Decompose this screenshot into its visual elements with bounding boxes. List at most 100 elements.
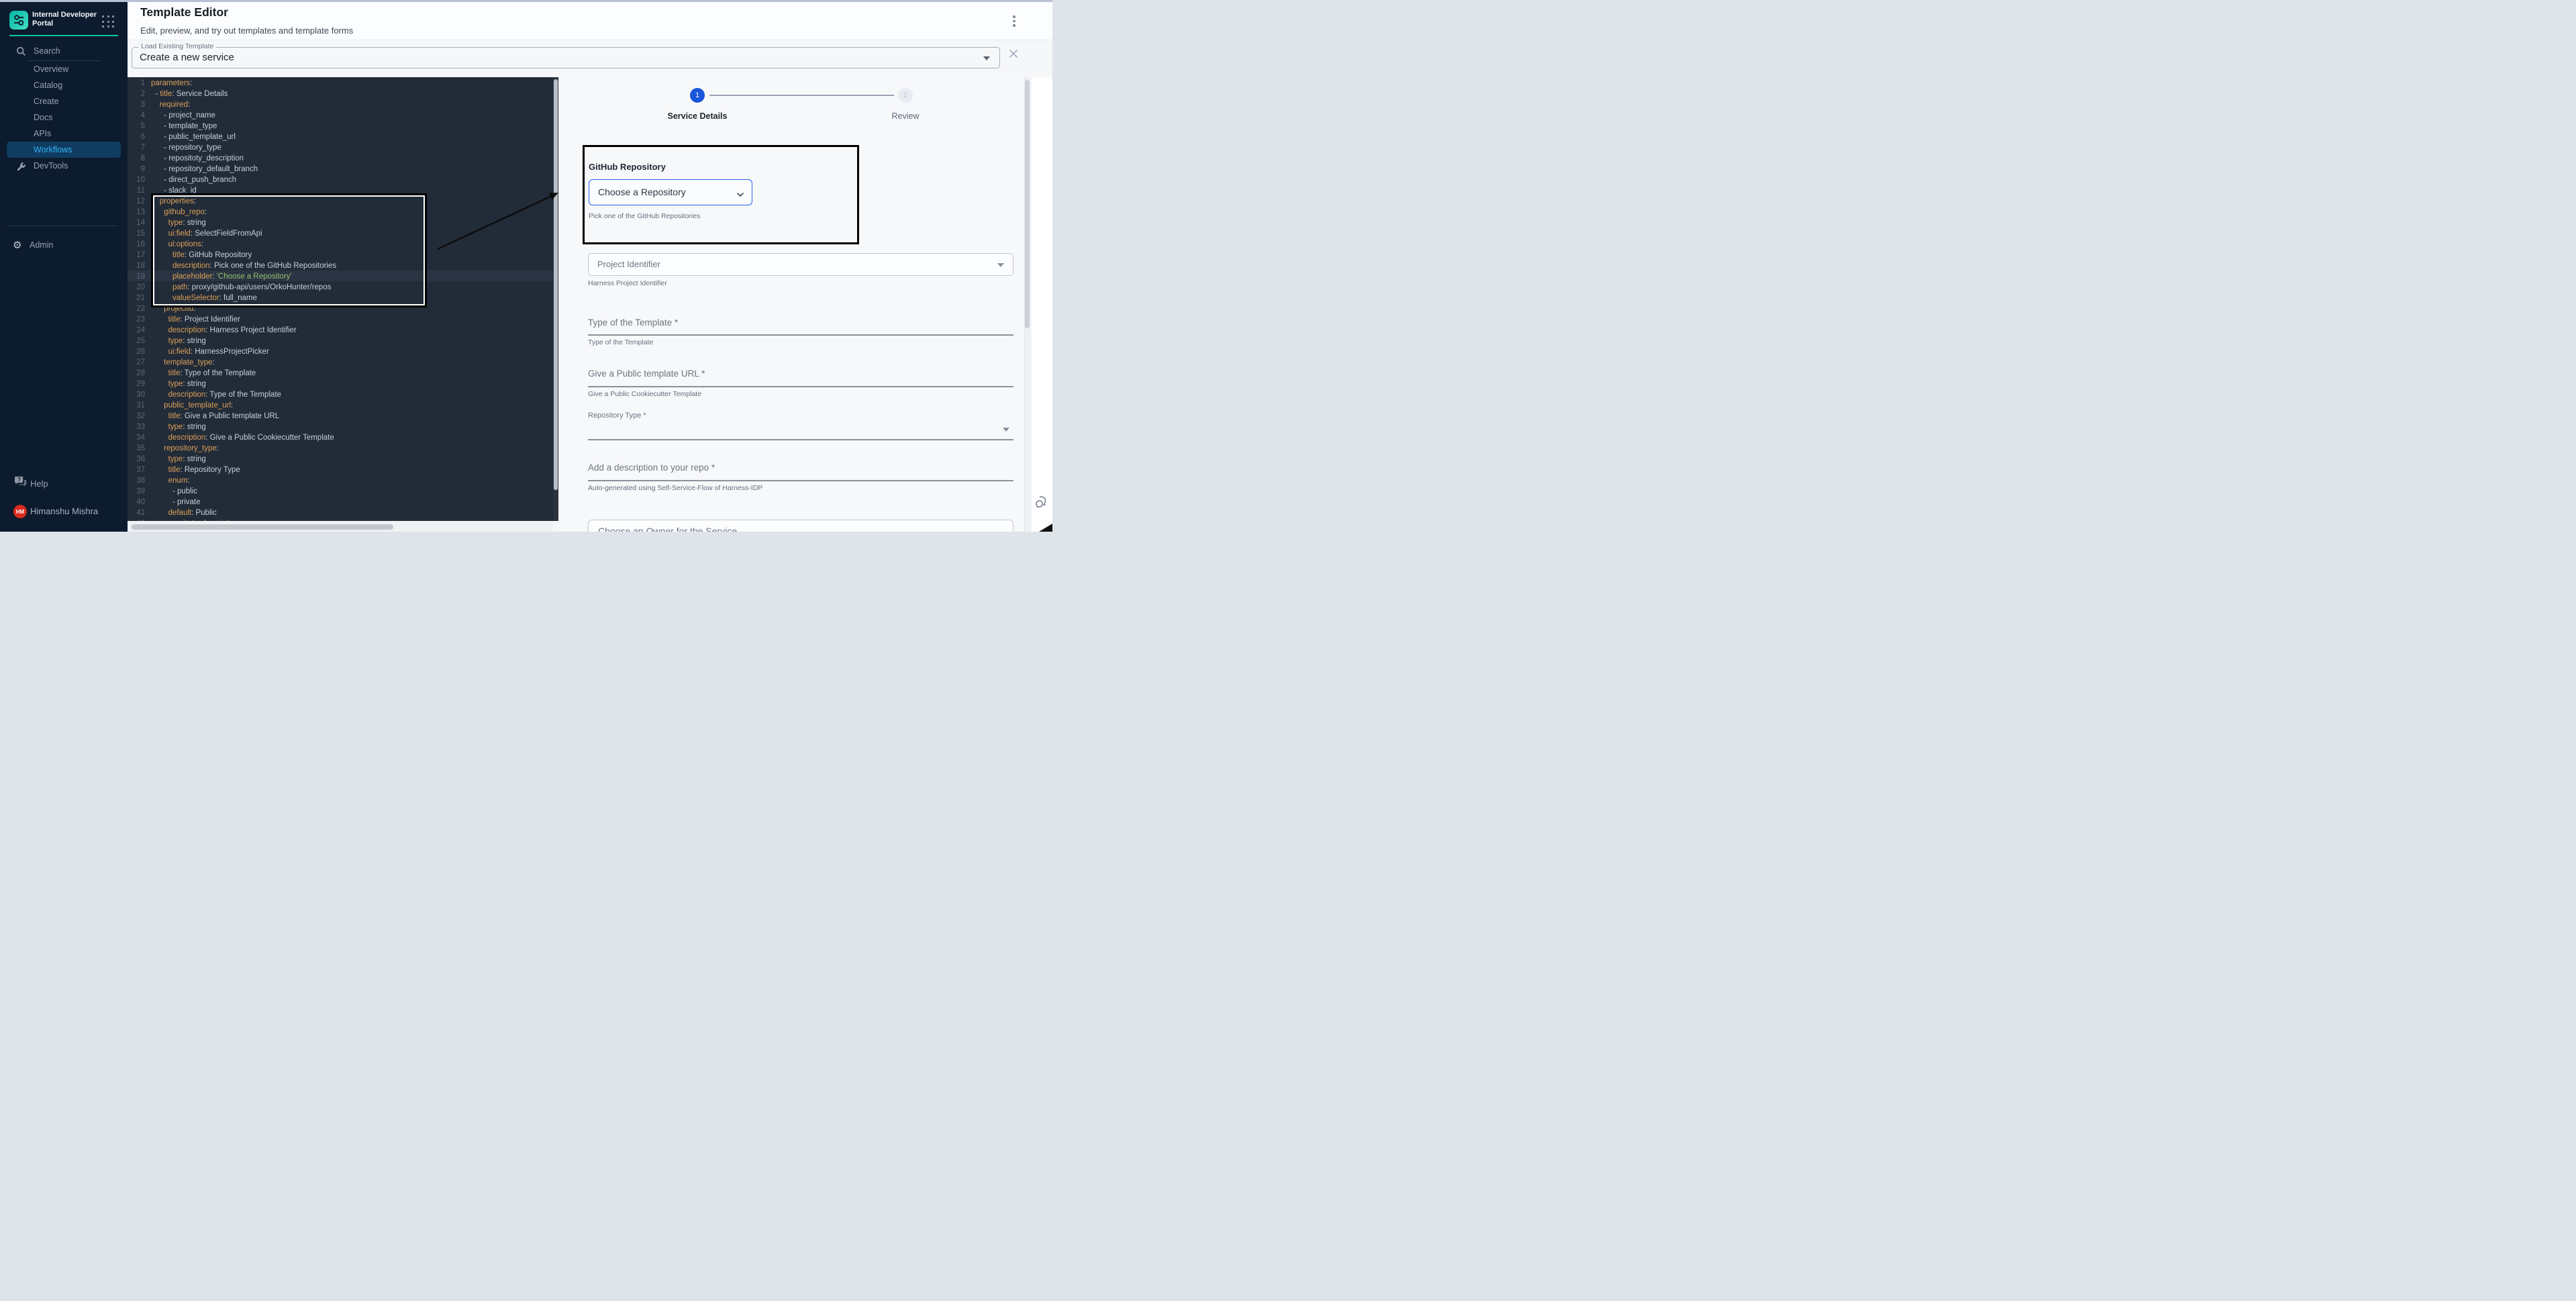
line-number: 6: [132, 132, 145, 142]
gear-icon: ⚙: [13, 237, 21, 253]
apps-grid-icon[interactable]: [102, 15, 115, 29]
user-name[interactable]: Himanshu Mishra: [30, 506, 98, 516]
code-line[interactable]: 4 - project_name: [128, 109, 553, 120]
code-token: [151, 423, 168, 431]
code-token: title: [160, 90, 172, 98]
avatar[interactable]: HM: [13, 505, 27, 518]
chat-widget-icon[interactable]: [1034, 495, 1049, 510]
public-template-url-helper: Give a Public Cookiecutter Template: [588, 390, 701, 398]
code-token: : Public: [191, 509, 217, 517]
code-token: : HarnessProjectPicker: [191, 348, 269, 356]
code-line[interactable]: 27 template_type:: [128, 356, 553, 367]
line-number: 36: [132, 454, 145, 465]
sidebar-item-workflows[interactable]: Workflows: [7, 142, 121, 158]
code-line[interactable]: 25 type: string: [128, 335, 553, 346]
line-number: 40: [132, 497, 145, 508]
project-identifier-placeholder: Project Identifier: [597, 259, 660, 269]
kebab-menu-icon[interactable]: [1008, 14, 1020, 29]
code-line[interactable]: 28 title: Type of the Template: [128, 367, 553, 378]
line-number: 16: [132, 239, 145, 250]
code-line[interactable]: 29 type: string: [128, 378, 553, 389]
code-token: [151, 477, 168, 485]
close-icon[interactable]: [1008, 48, 1019, 59]
code-token: type: [168, 423, 183, 431]
sidebar-item-catalog[interactable]: Catalog: [0, 77, 128, 93]
line-number: 26: [132, 346, 145, 357]
code-token: : Type of the Template: [205, 391, 281, 399]
code-token: [151, 337, 168, 345]
code-line[interactable]: 30 description: Type of the Template: [128, 389, 553, 399]
code-line[interactable]: 36 type: string: [128, 453, 553, 464]
sidebar-item-help[interactable]: Help: [30, 479, 48, 489]
template-type-input[interactable]: Type of the Template *: [588, 318, 678, 328]
repo-description-input[interactable]: Add a description to your repo *: [588, 463, 715, 473]
form-vertical-scrollbar-thumb[interactable]: [1025, 80, 1030, 328]
sidebar-item-label: Overview: [34, 61, 68, 77]
code-line[interactable]: 39 - public: [128, 485, 553, 496]
line-number: 19: [132, 271, 145, 282]
sidebar-item-devtools[interactable]: DevTools: [0, 158, 128, 174]
code-line[interactable]: 6 - public_template_url: [128, 131, 553, 142]
sidebar-item-apis[interactable]: APIs: [0, 126, 128, 142]
code-token: : Project Identifier: [180, 316, 240, 324]
code-line[interactable]: 31 public_template_url:: [128, 399, 553, 410]
sidebar-item-docs[interactable]: Docs: [0, 109, 128, 126]
code-line[interactable]: 5 - template_type: [128, 120, 553, 131]
code-line[interactable]: 32 title: Give a Public template URL: [128, 410, 553, 421]
line-number: 2: [132, 89, 145, 99]
repository-type-select[interactable]: [588, 439, 1013, 440]
code-line[interactable]: 9 - repository_default_branch: [128, 163, 553, 174]
owner-select[interactable]: Choose an Owner for the Service: [588, 520, 1013, 532]
stepper-step-2[interactable]: 2: [898, 88, 913, 103]
sidebar-item-admin[interactable]: ⚙ Admin: [0, 237, 128, 253]
code-token: [151, 316, 168, 324]
stepper-step-1[interactable]: 1: [690, 88, 705, 103]
sidebar-item-label: Create: [34, 93, 59, 109]
load-template-select[interactable]: Create a new service: [132, 47, 1000, 68]
line-number: 22: [132, 303, 145, 314]
sidebar-item-create[interactable]: Create: [0, 93, 128, 109]
code-line[interactable]: 3 required:: [128, 99, 553, 109]
code-line[interactable]: 10 - direct_push_branch: [128, 174, 553, 185]
code-token: template_type: [164, 358, 212, 367]
project-identifier-select[interactable]: Project Identifier: [588, 253, 1013, 276]
code-line[interactable]: 26 ui:field: HarnessProjectPicker: [128, 346, 553, 356]
code-token: - project_name: [151, 111, 215, 119]
code-line[interactable]: 40 - private: [128, 496, 553, 507]
line-number: 12: [132, 196, 145, 207]
code-line[interactable]: 34 description: Give a Public Cookiecutt…: [128, 432, 553, 442]
editor-horizontal-scrollbar-thumb[interactable]: [132, 524, 393, 530]
github-repository-select[interactable]: Choose a Repository: [589, 179, 752, 205]
line-number: 25: [132, 336, 145, 346]
sidebar-item-search[interactable]: Search: [0, 43, 128, 59]
code-line[interactable]: 38 enum:: [128, 475, 553, 485]
sidebar-item-overview[interactable]: Overview: [0, 61, 128, 77]
harness-idp-logo: [9, 11, 28, 30]
code-token: type: [168, 380, 183, 388]
code-token: : Give a Public Cookiecutter Template: [205, 434, 334, 442]
line-number: 15: [132, 228, 145, 239]
code-line[interactable]: 7 - repository_type: [128, 142, 553, 152]
editor-vertical-scrollbar-thumb[interactable]: [554, 79, 558, 490]
code-token: description: [168, 326, 206, 334]
code-token: [151, 348, 168, 356]
code-token: - repository_default_branch: [151, 165, 258, 173]
brand-title: Internal Developer Portal: [32, 11, 101, 28]
code-token: repository_type: [164, 444, 217, 452]
line-number: 5: [132, 121, 145, 132]
github-repository-value: Choose a Repository: [598, 187, 686, 197]
code-line[interactable]: 23 title: Project Identifier: [128, 314, 553, 324]
app-window: Internal Developer Portal Search Overvie…: [0, 0, 1052, 532]
code-line[interactable]: 33 type: string: [128, 421, 553, 432]
code-line[interactable]: 37 title: Repository Type: [128, 464, 553, 475]
code-line[interactable]: 35 repository_type:: [128, 442, 553, 453]
help-chat-icon: ?: [13, 476, 27, 488]
public-template-url-input[interactable]: Give a Public template URL *: [588, 369, 705, 379]
code-line[interactable]: 8 - repositoty_description: [128, 152, 553, 163]
code-line[interactable]: 41 default: Public: [128, 507, 553, 518]
code-token: title: [168, 466, 181, 474]
page-title: Template Editor: [140, 5, 228, 19]
code-line[interactable]: 24 description: Harness Project Identifi…: [128, 324, 553, 335]
code-line[interactable]: 2 - title: Service Details: [128, 88, 553, 99]
code-line[interactable]: 1parameters:: [128, 77, 553, 88]
